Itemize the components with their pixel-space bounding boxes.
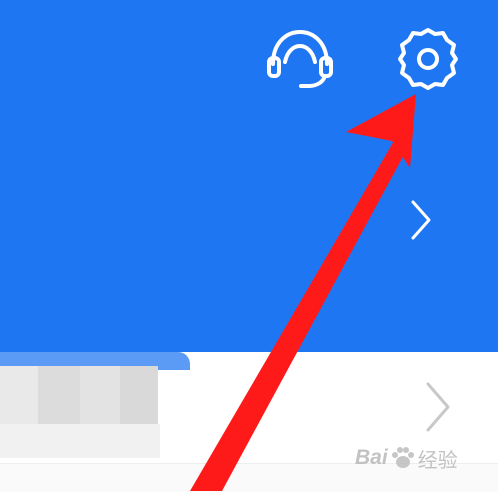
blurred-content [120,366,158,424]
chevron-right-icon[interactable] [420,380,454,434]
blurred-content [0,424,160,458]
blurred-content [80,366,120,424]
customer-service-icon[interactable] [265,28,335,90]
watermark: Bai 经验 [355,440,458,476]
blurred-content [0,366,38,424]
watermark-suffix: 经验 [417,449,458,472]
chevron-right-icon[interactable] [405,198,435,242]
watermark-brand: Bai [355,446,388,469]
blurred-content [38,366,80,424]
gear-icon[interactable] [393,24,463,94]
paw-icon [391,447,414,468]
